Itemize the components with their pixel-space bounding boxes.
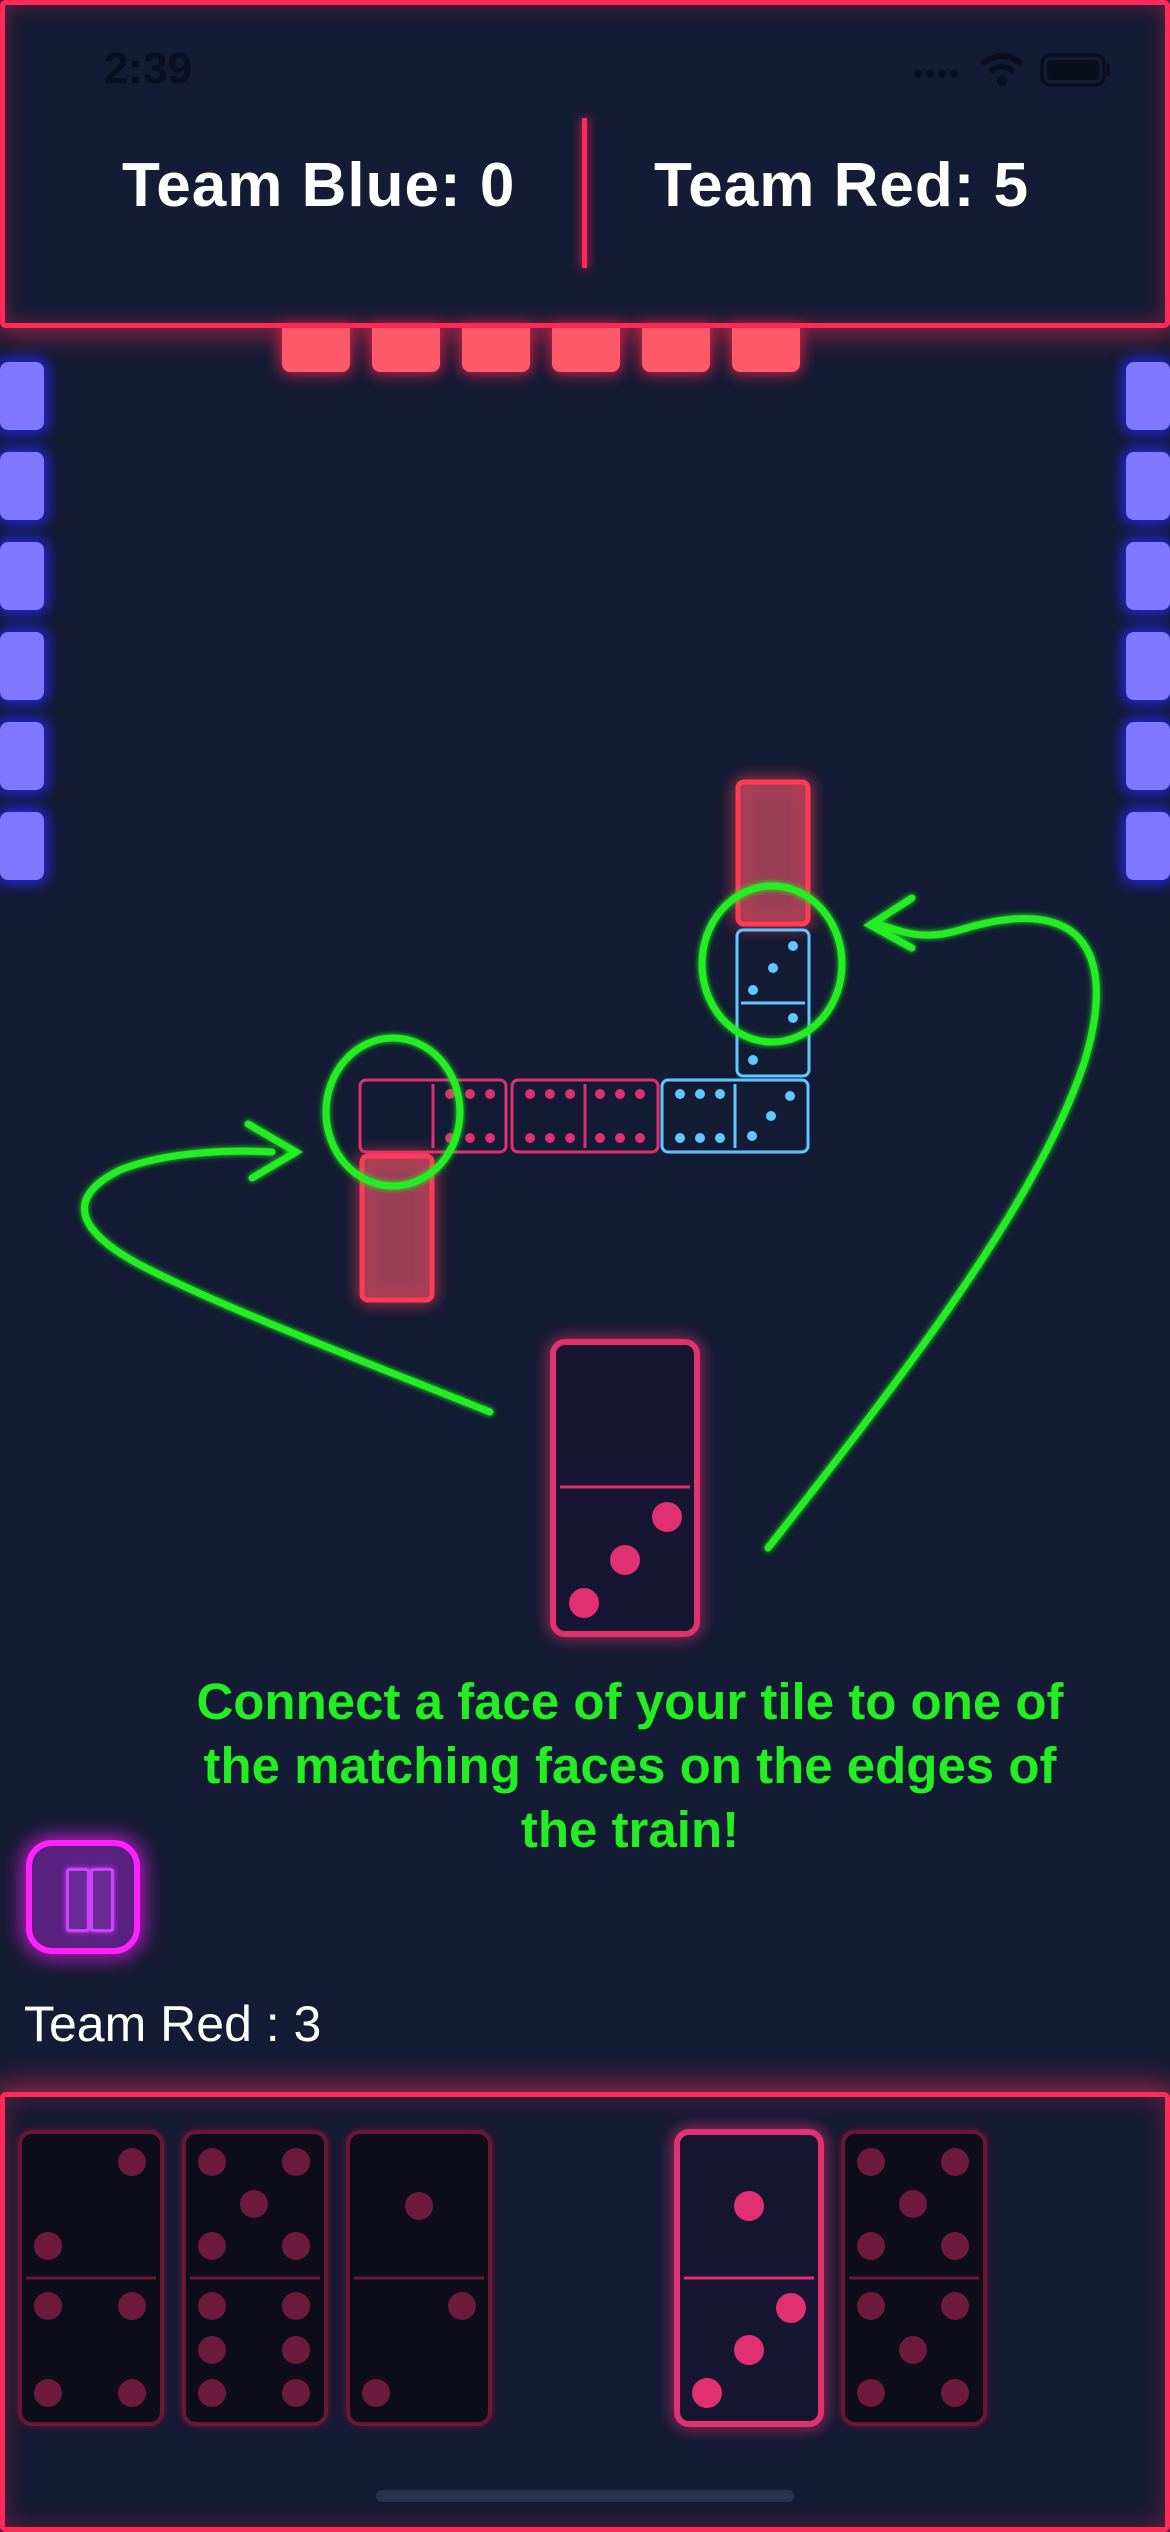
hand-tile-selected[interactable] [674,2129,824,2427]
hand-tile[interactable] [346,2130,492,2426]
tutorial-hint: Connect a face of your tile to one of th… [196,1673,1064,1858]
train-tile [735,928,811,1078]
hand-tile[interactable] [18,2130,164,2426]
turn-label: Team Red : 3 [24,1996,322,2052]
pause-button[interactable] [26,1840,140,1954]
home-indicator[interactable] [376,2490,794,2502]
train-tile [510,1078,660,1154]
train-tile [358,1078,508,1154]
drop-target-top[interactable] [735,779,811,927]
hand-tile[interactable] [841,2130,987,2426]
train-tile [660,1078,810,1154]
dragged-tile[interactable] [550,1339,700,1637]
game-board [18,779,1100,2427]
hand-tile[interactable] [182,2130,328,2426]
